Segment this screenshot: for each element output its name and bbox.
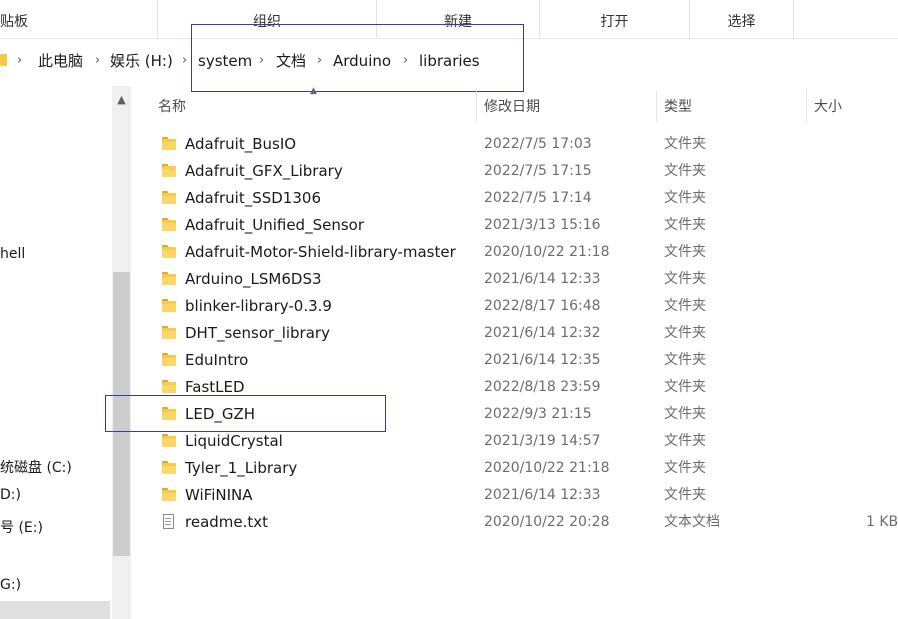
folder-icon xyxy=(162,272,176,286)
ribbon-group-open[interactable]: 打开 xyxy=(540,0,689,38)
table-row[interactable]: Adafruit_Unified_Sensor 2021/3/13 15:16 文件… xyxy=(150,212,898,239)
column-divider[interactable] xyxy=(806,90,807,122)
nav-item-drive-g[interactable]: G:) xyxy=(0,577,21,593)
chevron-right-icon[interactable]: › xyxy=(17,42,22,80)
file-modified: 2022/7/5 17:14 xyxy=(484,190,592,206)
file-modified: 2022/7/5 17:15 xyxy=(484,163,592,179)
file-name: LiquidCrystal xyxy=(185,432,283,450)
file-name: Adafruit_GFX_Library xyxy=(185,162,343,180)
file-modified: 2021/3/19 14:57 xyxy=(484,433,601,449)
table-row[interactable]: Adafruit_SSD1306 2022/7/5 17:14 文件夹 xyxy=(150,185,898,212)
folder-icon xyxy=(162,434,176,448)
file-modified: 2020/10/22 21:18 xyxy=(484,244,610,260)
folder-icon xyxy=(162,137,176,151)
nav-item-drive-e[interactable]: 号 (E:) xyxy=(0,517,43,537)
chevron-right-icon[interactable]: › xyxy=(182,42,187,80)
table-row[interactable]: Arduino_LSM6DS3 2021/6/14 12:33 文件夹 xyxy=(150,266,898,293)
file-modified: 2021/6/14 12:33 xyxy=(484,487,601,503)
file-modified: 2021/6/14 12:33 xyxy=(484,271,601,287)
file-type: 文本文档 xyxy=(664,514,720,530)
column-header-modified[interactable]: 修改日期 xyxy=(484,96,540,118)
file-name: blinker-library-0.3.9 xyxy=(185,297,332,315)
file-modified: 2022/8/17 16:48 xyxy=(484,298,601,314)
file-modified: 2020/10/22 21:18 xyxy=(484,460,610,476)
file-type: 文件夹 xyxy=(664,433,706,449)
ribbon-group-clipboard[interactable]: 贴板 xyxy=(0,0,40,38)
file-type: 文件夹 xyxy=(664,190,706,206)
nav-selected-highlight xyxy=(0,601,110,619)
file-modified: 2022/8/18 23:59 xyxy=(484,379,601,395)
file-type: 文件夹 xyxy=(664,298,706,314)
column-divider[interactable] xyxy=(656,90,657,122)
file-name: Adafruit_BusIO xyxy=(185,135,297,153)
file-type: 文件夹 xyxy=(664,325,706,341)
table-row[interactable]: Tyler_1_Library 2020/10/22 21:18 文件夹 xyxy=(150,455,898,482)
ribbon-group-select[interactable]: 选择 xyxy=(690,0,793,38)
nav-item-drive-c[interactable]: 统磁盘 (C:) xyxy=(0,457,72,477)
file-type: 文件夹 xyxy=(664,136,706,152)
file-size: 1 KB xyxy=(866,514,898,530)
folder-icon xyxy=(162,218,176,232)
folder-icon xyxy=(162,326,176,340)
column-divider[interactable] xyxy=(476,90,477,122)
text-file-icon xyxy=(162,514,176,529)
nav-item-shell[interactable]: hell xyxy=(0,246,25,262)
ribbon-divider xyxy=(793,0,794,38)
file-type: 文件夹 xyxy=(664,217,706,233)
folder-icon xyxy=(162,488,176,502)
annotation-box-led-gzh xyxy=(105,395,386,432)
file-type: 文件夹 xyxy=(664,460,706,476)
column-header-size[interactable]: 大小 xyxy=(814,96,842,118)
table-row[interactable]: WiFiNINA 2021/6/14 12:33 文件夹 xyxy=(150,482,898,509)
table-row[interactable]: EduIntro 2021/6/14 12:35 文件夹 xyxy=(150,347,898,374)
nav-item-drive-d[interactable]: D:) xyxy=(0,487,21,503)
folder-icon xyxy=(162,245,176,259)
breadcrumb-item-drive-h[interactable]: 娱乐 (H:) xyxy=(110,42,173,80)
column-header-type[interactable]: 类型 xyxy=(664,96,692,118)
scroll-up-icon[interactable]: ▲ xyxy=(112,88,131,112)
table-row[interactable]: DHT_sensor_library 2021/6/14 12:32 文件夹 xyxy=(150,320,898,347)
folder-icon xyxy=(162,461,176,475)
file-name: Adafruit-Motor-Shield-library-master xyxy=(185,243,456,261)
file-type: 文件夹 xyxy=(664,244,706,260)
file-modified: 2021/3/13 15:16 xyxy=(484,217,601,233)
table-row[interactable]: blinker-library-0.3.9 2022/8/17 16:48 文件夹 xyxy=(150,293,898,320)
file-type: 文件夹 xyxy=(664,271,706,287)
annotation-box-address xyxy=(191,24,524,92)
chevron-right-icon[interactable]: › xyxy=(95,42,100,80)
file-name: Adafruit_Unified_Sensor xyxy=(185,216,364,234)
table-row[interactable]: readme.txt 2020/10/22 20:28 文本文档 1 KB xyxy=(150,509,898,536)
file-name: EduIntro xyxy=(185,351,249,369)
folder-icon xyxy=(162,299,176,313)
table-row[interactable]: Adafruit_GFX_Library 2022/7/5 17:15 文件夹 xyxy=(150,158,898,185)
folder-icon xyxy=(162,353,176,367)
file-type: 文件夹 xyxy=(664,352,706,368)
breadcrumb-item-this-pc[interactable]: 此电脑 xyxy=(38,42,83,80)
file-modified: 2021/6/14 12:32 xyxy=(484,325,601,341)
file-modified: 2022/9/3 21:15 xyxy=(484,406,592,422)
file-modified: 2021/6/14 12:35 xyxy=(484,352,601,368)
table-row[interactable]: Adafruit_BusIO 2022/7/5 17:03 文件夹 xyxy=(150,131,898,158)
file-name: Arduino_LSM6DS3 xyxy=(185,270,322,288)
file-name: readme.txt xyxy=(185,513,269,531)
folder-icon xyxy=(162,164,176,178)
folder-icon xyxy=(162,380,176,394)
file-name: WiFiNINA xyxy=(185,486,253,504)
file-modified: 2022/7/5 17:03 xyxy=(484,136,592,152)
file-name: DHT_sensor_library xyxy=(185,324,330,342)
caret-up-icon: ▲ xyxy=(310,86,317,96)
folder-icon xyxy=(162,191,176,205)
table-row[interactable]: LiquidCrystal 2021/3/19 14:57 文件夹 xyxy=(150,428,898,455)
file-type: 文件夹 xyxy=(664,487,706,503)
file-name: Tyler_1_Library xyxy=(185,459,298,477)
column-header-name[interactable]: 名称 xyxy=(158,96,186,118)
file-type: 文件夹 xyxy=(664,163,706,179)
file-type: 文件夹 xyxy=(664,406,706,422)
file-type: 文件夹 xyxy=(664,379,706,395)
file-name: Adafruit_SSD1306 xyxy=(185,189,321,207)
table-row[interactable]: Adafruit-Motor-Shield-library-master 2020… xyxy=(150,239,898,266)
file-modified: 2020/10/22 20:28 xyxy=(484,514,610,530)
